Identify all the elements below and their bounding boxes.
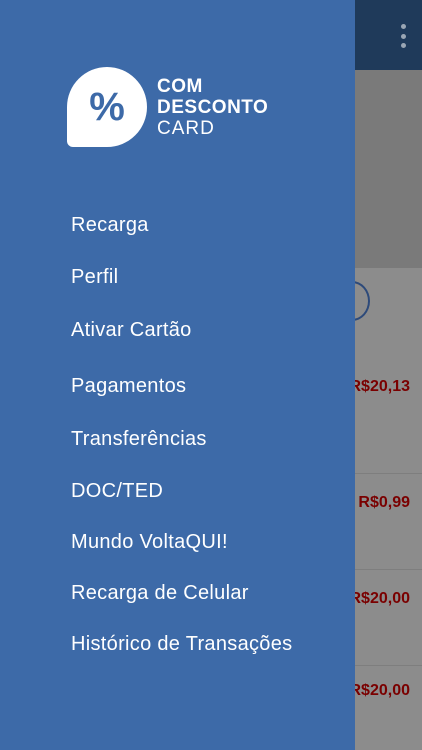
menu-item-recarga[interactable]: Recarga (71, 214, 149, 237)
menu-item-historico-transacoes[interactable]: Histórico de Transações (71, 633, 292, 656)
brand-line-1: COM (157, 75, 203, 97)
menu-item-recarga-celular[interactable]: Recarga de Celular (71, 582, 249, 605)
menu-item-doc-ted[interactable]: DOC/TED (71, 480, 163, 503)
menu-item-ativar-cartao[interactable]: Ativar Cartão (71, 319, 192, 342)
brand-logo: % COM DESCONTO CARD (67, 67, 268, 147)
badge-symbol: % (89, 85, 125, 129)
percent-icon: % (67, 67, 147, 147)
menu-item-mundo-voltaqui[interactable]: Mundo VoltaQUI! (71, 531, 228, 554)
transaction-amount: R$0,99 (358, 494, 410, 511)
brand-line-3: CARD (157, 117, 215, 139)
navigation-drawer: % COM DESCONTO CARD Recarga Perfil Ativa… (0, 0, 355, 750)
transaction-amount: R$20,00 (349, 682, 411, 699)
menu-item-transferencias[interactable]: Transferências (71, 428, 207, 451)
menu-item-perfil[interactable]: Perfil (71, 266, 118, 289)
transaction-amount: R$20,13 (349, 378, 411, 395)
brand-line-2: DESCONTO (157, 96, 269, 118)
menu-item-pagamentos[interactable]: Pagamentos (71, 375, 186, 398)
brand-name: COM DESCONTO CARD (157, 77, 268, 138)
overflow-menu-icon[interactable] (392, 20, 414, 52)
transaction-amount: R$20,00 (349, 590, 411, 607)
